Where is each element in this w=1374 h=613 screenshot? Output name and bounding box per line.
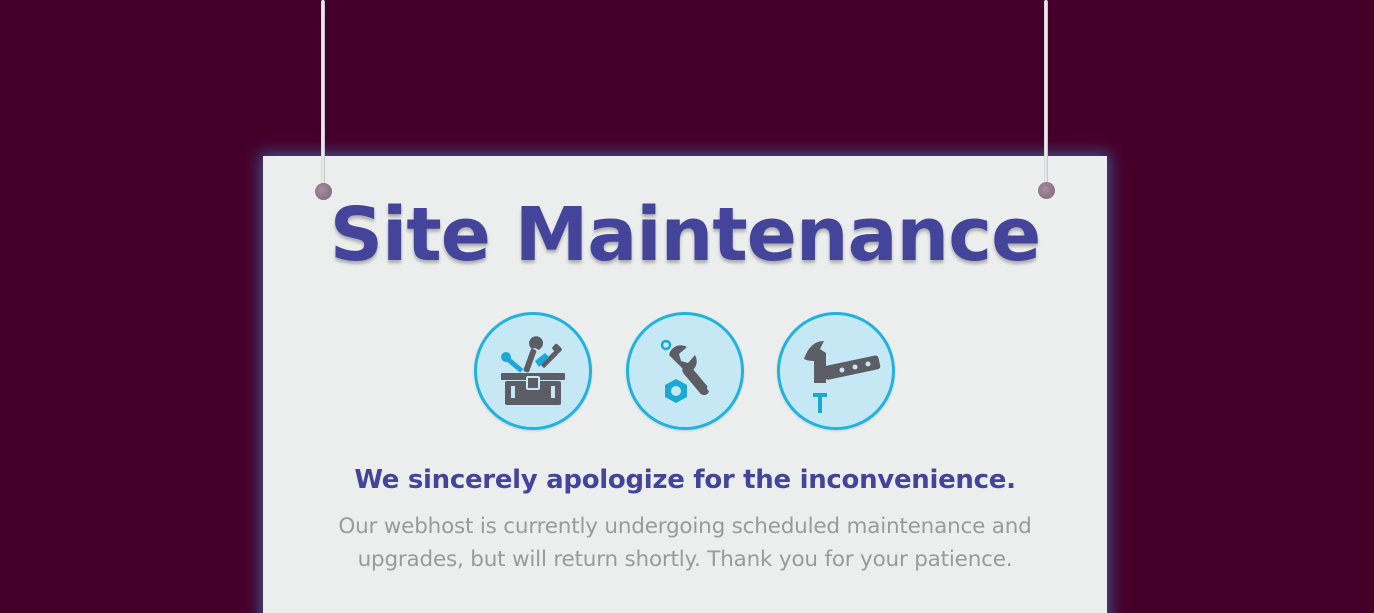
sign-hole-right	[1038, 182, 1055, 199]
page-title: Site Maintenance	[329, 192, 1042, 278]
toolbox-icon	[474, 312, 592, 430]
wrench-nut-icon	[626, 312, 744, 430]
hammer-icon	[777, 312, 895, 430]
maintenance-message: Our webhost is currently undergoing sche…	[338, 514, 1032, 572]
sign-hole-left	[315, 183, 332, 200]
maintenance-sign: Site Maintenance We sincerely apologize …	[263, 156, 1107, 613]
apology-heading: We sincerely apologize for the inconveni…	[354, 465, 1016, 495]
hanging-wire-right	[1044, 0, 1048, 184]
hanging-wire-left	[321, 0, 325, 186]
